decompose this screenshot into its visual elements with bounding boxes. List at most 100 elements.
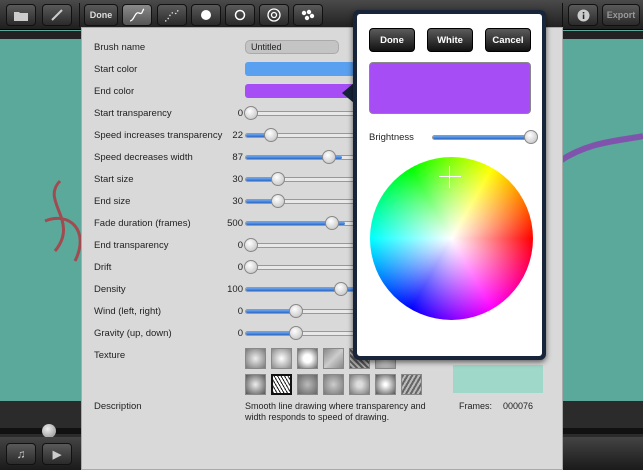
setting-value: 0 (237, 108, 243, 119)
filled-circle-tool-button[interactable] (191, 4, 221, 26)
play-button[interactable]: ▶ (42, 443, 72, 465)
setting-value: 0 (237, 306, 243, 317)
setting-slider[interactable] (245, 326, 355, 340)
setting-slider-knob[interactable] (244, 260, 258, 274)
setting-value: 30 (232, 196, 243, 207)
texture-thumbnail[interactable] (349, 374, 370, 395)
setting-label: Fade duration (frames) (94, 218, 191, 229)
setting-slider[interactable] (245, 150, 355, 164)
toolbar-separator (562, 3, 563, 27)
brush-preview (453, 365, 543, 393)
outline-circle-tool-button[interactable] (225, 4, 255, 26)
color-picker-popover: Done White Cancel Brightness (353, 10, 546, 360)
setting-slider-knob[interactable] (325, 216, 339, 230)
brightness-slider[interactable] (432, 130, 538, 144)
info-button[interactable] (568, 4, 598, 26)
filled-circle-icon (201, 10, 211, 20)
toolbar-separator (79, 3, 80, 27)
setting-slider-knob[interactable] (244, 106, 258, 120)
setting-label: Start size (94, 174, 134, 185)
setting-label: Drift (94, 262, 112, 273)
setting-slider-knob[interactable] (289, 326, 303, 340)
target-circle-tool-button[interactable] (259, 4, 289, 26)
setting-slider-knob[interactable] (263, 128, 278, 142)
texture-thumbnail[interactable] (271, 348, 292, 369)
setting-value: 87 (232, 152, 243, 163)
curve-line-icon (129, 8, 145, 22)
dots-tool-button[interactable] (293, 4, 323, 26)
description-label: Description (94, 401, 142, 412)
frames-value: 000076 (503, 401, 534, 411)
setting-slider[interactable] (244, 106, 355, 120)
setting-slider[interactable] (245, 128, 355, 142)
setting-label: Speed decreases width (94, 152, 193, 163)
texture-label: Texture (94, 350, 126, 361)
color-wheel-crosshair[interactable] (439, 166, 461, 188)
play-icon: ▶ (52, 448, 62, 461)
texture-thumbnail[interactable] (245, 374, 266, 395)
texture-thumbnail[interactable] (401, 374, 422, 395)
setting-slider[interactable] (244, 260, 355, 274)
outline-circle-icon (234, 9, 246, 21)
selected-color-swatch (369, 62, 531, 114)
dotted-line-tool-button[interactable] (157, 4, 187, 26)
setting-value: 100 (227, 284, 243, 295)
start-color-swatch[interactable] (245, 62, 355, 76)
folder-icon (14, 11, 28, 21)
setting-label: Start transparency (94, 108, 172, 119)
setting-value: 500 (227, 218, 243, 229)
setting-slider[interactable] (245, 216, 355, 230)
setting-label: Gravity (up, down) (94, 328, 172, 339)
setting-value: 30 (232, 174, 243, 185)
texture-thumbnail[interactable] (323, 348, 344, 369)
texture-thumbnail[interactable] (297, 374, 318, 395)
dotted-line-icon (164, 8, 180, 22)
brush-name-field[interactable]: Untitled (245, 40, 339, 54)
info-icon (577, 9, 589, 21)
setting-label: Wind (left, right) (94, 306, 162, 317)
texture-thumbnail[interactable] (297, 348, 318, 369)
setting-label: Density (94, 284, 126, 295)
setting-slider[interactable] (245, 282, 356, 296)
setting-slider-knob[interactable] (271, 172, 285, 186)
color-done-button[interactable]: Done (369, 28, 415, 52)
done-button[interactable]: Done (84, 4, 118, 26)
setting-slider-knob[interactable] (244, 238, 258, 252)
export-button[interactable]: Export (602, 4, 640, 26)
brightness-slider-fill (433, 136, 531, 139)
setting-slider[interactable] (245, 194, 355, 208)
music-button[interactable]: ♫ (6, 443, 36, 465)
brush-button[interactable] (42, 4, 72, 26)
brightness-slider-knob[interactable] (524, 130, 538, 144)
setting-slider-knob[interactable] (271, 194, 285, 208)
end-color-swatch[interactable] (245, 84, 355, 98)
setting-slider-knob[interactable] (322, 150, 337, 164)
description-text[interactable]: Smooth line drawing where transparency a… (245, 401, 445, 423)
start-color-label: Start color (94, 64, 138, 75)
setting-label: Speed increases transparency (94, 130, 223, 141)
texture-thumbnail[interactable] (271, 374, 292, 395)
texture-thumbnail[interactable] (323, 374, 344, 395)
folder-button[interactable] (6, 4, 36, 26)
target-icon (267, 8, 281, 22)
color-white-button[interactable]: White (427, 28, 473, 52)
setting-label: End size (94, 196, 131, 207)
setting-slider[interactable] (245, 304, 355, 318)
setting-value: 0 (237, 328, 243, 339)
setting-value: 22 (232, 130, 243, 141)
music-note-icon: ♫ (16, 447, 26, 461)
timeline-scrubber[interactable] (42, 424, 56, 438)
texture-thumbnail[interactable] (375, 374, 396, 395)
end-color-label: End color (94, 86, 135, 97)
freehand-tool-button[interactable] (122, 4, 152, 26)
texture-thumbnail[interactable] (245, 348, 266, 369)
setting-slider-knob[interactable] (289, 304, 303, 318)
brightness-label: Brightness (369, 132, 414, 143)
color-cancel-button[interactable]: Cancel (485, 28, 531, 52)
setting-slider[interactable] (245, 172, 355, 186)
setting-value: 0 (237, 262, 243, 273)
brush-name-label: Brush name (94, 42, 146, 53)
setting-slider[interactable] (244, 238, 355, 252)
setting-value: 0 (237, 240, 243, 251)
setting-slider-knob[interactable] (334, 282, 348, 296)
